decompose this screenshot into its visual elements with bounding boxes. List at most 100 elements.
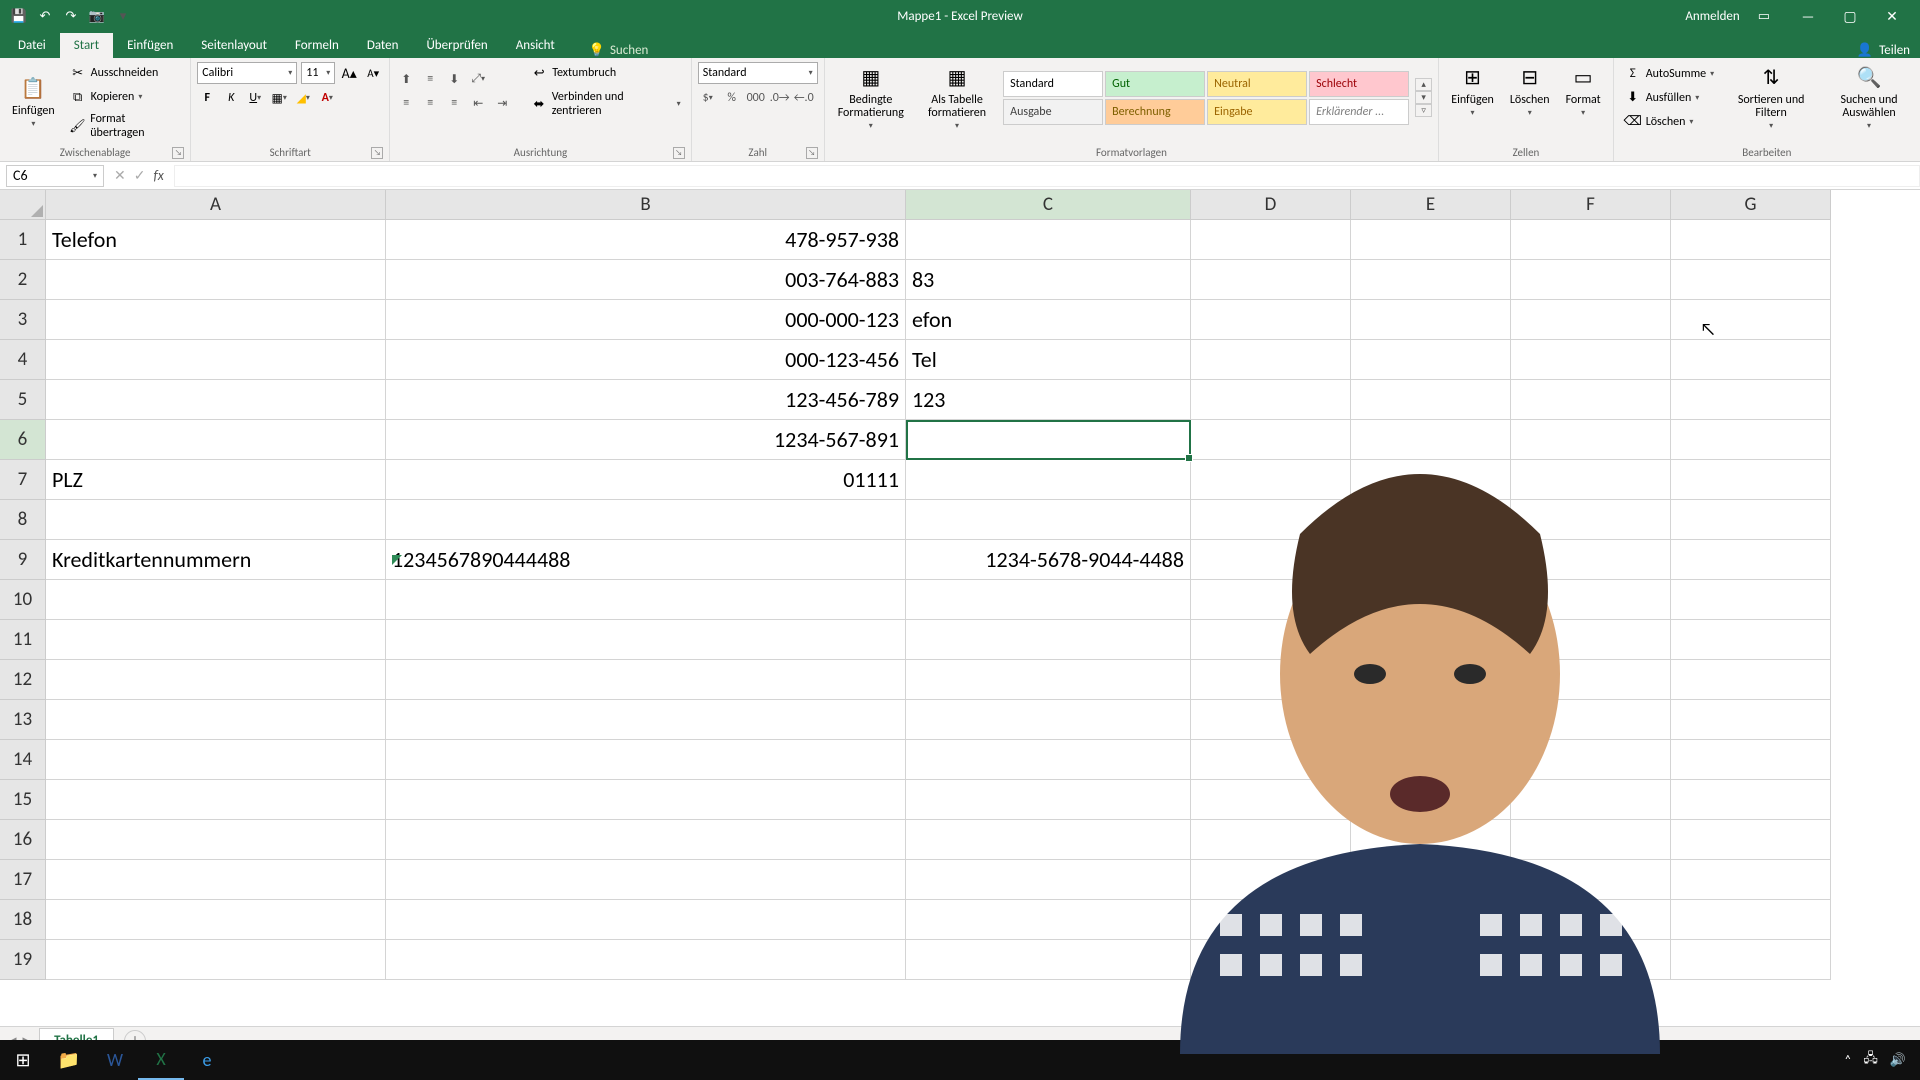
cell-F10[interactable] bbox=[1511, 580, 1671, 620]
row-header-17[interactable]: 17 bbox=[0, 860, 46, 900]
cell-D5[interactable] bbox=[1191, 380, 1351, 420]
cell-E9[interactable] bbox=[1351, 540, 1511, 580]
cell-D17[interactable] bbox=[1191, 860, 1351, 900]
format-as-table-button[interactable]: ▦Als Tabelle formatieren▾ bbox=[917, 62, 997, 133]
cell-D6[interactable] bbox=[1191, 420, 1351, 460]
cell-B15[interactable] bbox=[386, 780, 906, 820]
cell-F14[interactable] bbox=[1511, 740, 1671, 780]
qat-customize-icon[interactable]: ▾ bbox=[114, 7, 132, 25]
cell-F19[interactable] bbox=[1511, 940, 1671, 980]
file-explorer-icon[interactable]: 📁 bbox=[46, 1040, 92, 1080]
cell-A1[interactable]: Telefon bbox=[46, 220, 386, 260]
cell-C7[interactable] bbox=[906, 460, 1191, 500]
cell-E12[interactable] bbox=[1351, 660, 1511, 700]
cell-C14[interactable] bbox=[906, 740, 1191, 780]
cell-F4[interactable] bbox=[1511, 340, 1671, 380]
cell-C12[interactable] bbox=[906, 660, 1191, 700]
cell-E15[interactable] bbox=[1351, 780, 1511, 820]
word-icon[interactable]: W bbox=[92, 1040, 138, 1080]
decrease-indent-icon[interactable]: ⇤ bbox=[468, 93, 488, 113]
row-header-4[interactable]: 4 bbox=[0, 340, 46, 380]
cell-F12[interactable] bbox=[1511, 660, 1671, 700]
border-button[interactable]: ▦▾ bbox=[269, 88, 289, 108]
cell-F18[interactable] bbox=[1511, 900, 1671, 940]
cell-A11[interactable] bbox=[46, 620, 386, 660]
cell-E11[interactable] bbox=[1351, 620, 1511, 660]
row-header-5[interactable]: 5 bbox=[0, 380, 46, 420]
cell-D18[interactable] bbox=[1191, 900, 1351, 940]
cell-D1[interactable] bbox=[1191, 220, 1351, 260]
tab-seitenlayout[interactable]: Seitenlayout bbox=[187, 33, 281, 58]
tab-start[interactable]: Start bbox=[60, 33, 113, 58]
network-icon[interactable]: 🖧 bbox=[1863, 1049, 1878, 1071]
cell-B16[interactable] bbox=[386, 820, 906, 860]
cell-A8[interactable] bbox=[46, 500, 386, 540]
style-neutral[interactable]: Neutral bbox=[1207, 71, 1307, 97]
wrap-text-button[interactable]: ↩Textumbruch bbox=[526, 62, 684, 84]
cell-G2[interactable] bbox=[1671, 260, 1831, 300]
clear-button[interactable]: ⌫Löschen▾ bbox=[1620, 111, 1718, 133]
tab-formeln[interactable]: Formeln bbox=[281, 33, 353, 58]
cell-A12[interactable] bbox=[46, 660, 386, 700]
cell-B7[interactable]: 01111 bbox=[386, 460, 906, 500]
number-launcher[interactable]: ↘ bbox=[806, 147, 818, 159]
decrease-font-icon[interactable]: A▾ bbox=[363, 63, 383, 83]
tell-me-search[interactable]: 💡 Suchen bbox=[589, 43, 649, 58]
cell-G1[interactable] bbox=[1671, 220, 1831, 260]
cell-E5[interactable] bbox=[1351, 380, 1511, 420]
cell-G10[interactable] bbox=[1671, 580, 1831, 620]
cell-B17[interactable] bbox=[386, 860, 906, 900]
grid[interactable]: 1Telefon478-957-9382003-764-883833000-00… bbox=[0, 220, 1831, 980]
cell-G6[interactable] bbox=[1671, 420, 1831, 460]
cell-C4[interactable]: Tel bbox=[906, 340, 1191, 380]
cell-B2[interactable]: 003-764-883 bbox=[386, 260, 906, 300]
style-gut[interactable]: Gut bbox=[1105, 71, 1205, 97]
cell-styles-gallery[interactable]: StandardGutNeutralSchlechtAusgabeBerechn… bbox=[1003, 71, 1409, 125]
cell-B4[interactable]: 000-123-456 bbox=[386, 340, 906, 380]
percent-icon[interactable]: % bbox=[722, 88, 742, 108]
cell-C9[interactable]: 1234-5678-9044-4488 bbox=[906, 540, 1191, 580]
currency-icon[interactable]: $▾ bbox=[698, 88, 718, 108]
orientation-icon[interactable]: ⤢▾ bbox=[468, 69, 488, 89]
decrease-decimal-icon[interactable]: ←.0 bbox=[794, 88, 814, 108]
cell-C5[interactable]: 123 bbox=[906, 380, 1191, 420]
cell-A3[interactable] bbox=[46, 300, 386, 340]
find-select-button[interactable]: 🔍Suchen und Auswählen▾ bbox=[1824, 62, 1914, 133]
cell-G8[interactable] bbox=[1671, 500, 1831, 540]
cell-F16[interactable] bbox=[1511, 820, 1671, 860]
bold-button[interactable]: F bbox=[197, 88, 217, 108]
cell-G17[interactable] bbox=[1671, 860, 1831, 900]
column-header-D[interactable]: D bbox=[1191, 190, 1351, 220]
align-right-icon[interactable]: ≡ bbox=[444, 93, 464, 113]
cell-F17[interactable] bbox=[1511, 860, 1671, 900]
row-header-7[interactable]: 7 bbox=[0, 460, 46, 500]
cell-F11[interactable] bbox=[1511, 620, 1671, 660]
row-header-9[interactable]: 9 bbox=[0, 540, 46, 580]
cell-D3[interactable] bbox=[1191, 300, 1351, 340]
cell-G13[interactable] bbox=[1671, 700, 1831, 740]
tab-daten[interactable]: Daten bbox=[353, 33, 413, 58]
column-header-G[interactable]: G bbox=[1671, 190, 1831, 220]
column-header-E[interactable]: E bbox=[1351, 190, 1511, 220]
cell-G16[interactable] bbox=[1671, 820, 1831, 860]
increase-indent-icon[interactable]: ⇥ bbox=[492, 93, 512, 113]
row-header-10[interactable]: 10 bbox=[0, 580, 46, 620]
alignment-launcher[interactable]: ↘ bbox=[673, 147, 685, 159]
camera-icon[interactable]: 📷 bbox=[88, 7, 106, 25]
align-top-icon[interactable]: ⬆ bbox=[396, 69, 416, 89]
cell-C8[interactable] bbox=[906, 500, 1191, 540]
cell-G18[interactable] bbox=[1671, 900, 1831, 940]
cell-D15[interactable] bbox=[1191, 780, 1351, 820]
font-family-select[interactable]: Calibri▾ bbox=[197, 62, 297, 84]
tab-ansicht[interactable]: Ansicht bbox=[502, 33, 569, 58]
cell-E2[interactable] bbox=[1351, 260, 1511, 300]
tab-ueberpruefen[interactable]: Überprüfen bbox=[412, 33, 501, 58]
cell-G9[interactable] bbox=[1671, 540, 1831, 580]
delete-cells-button[interactable]: ⊟Löschen▾ bbox=[1504, 62, 1556, 120]
redo-icon[interactable]: ↷ bbox=[62, 7, 80, 25]
cell-D14[interactable] bbox=[1191, 740, 1351, 780]
cell-E1[interactable] bbox=[1351, 220, 1511, 260]
cell-G15[interactable] bbox=[1671, 780, 1831, 820]
row-header-16[interactable]: 16 bbox=[0, 820, 46, 860]
column-headers[interactable]: ABCDEFG bbox=[46, 190, 1831, 220]
